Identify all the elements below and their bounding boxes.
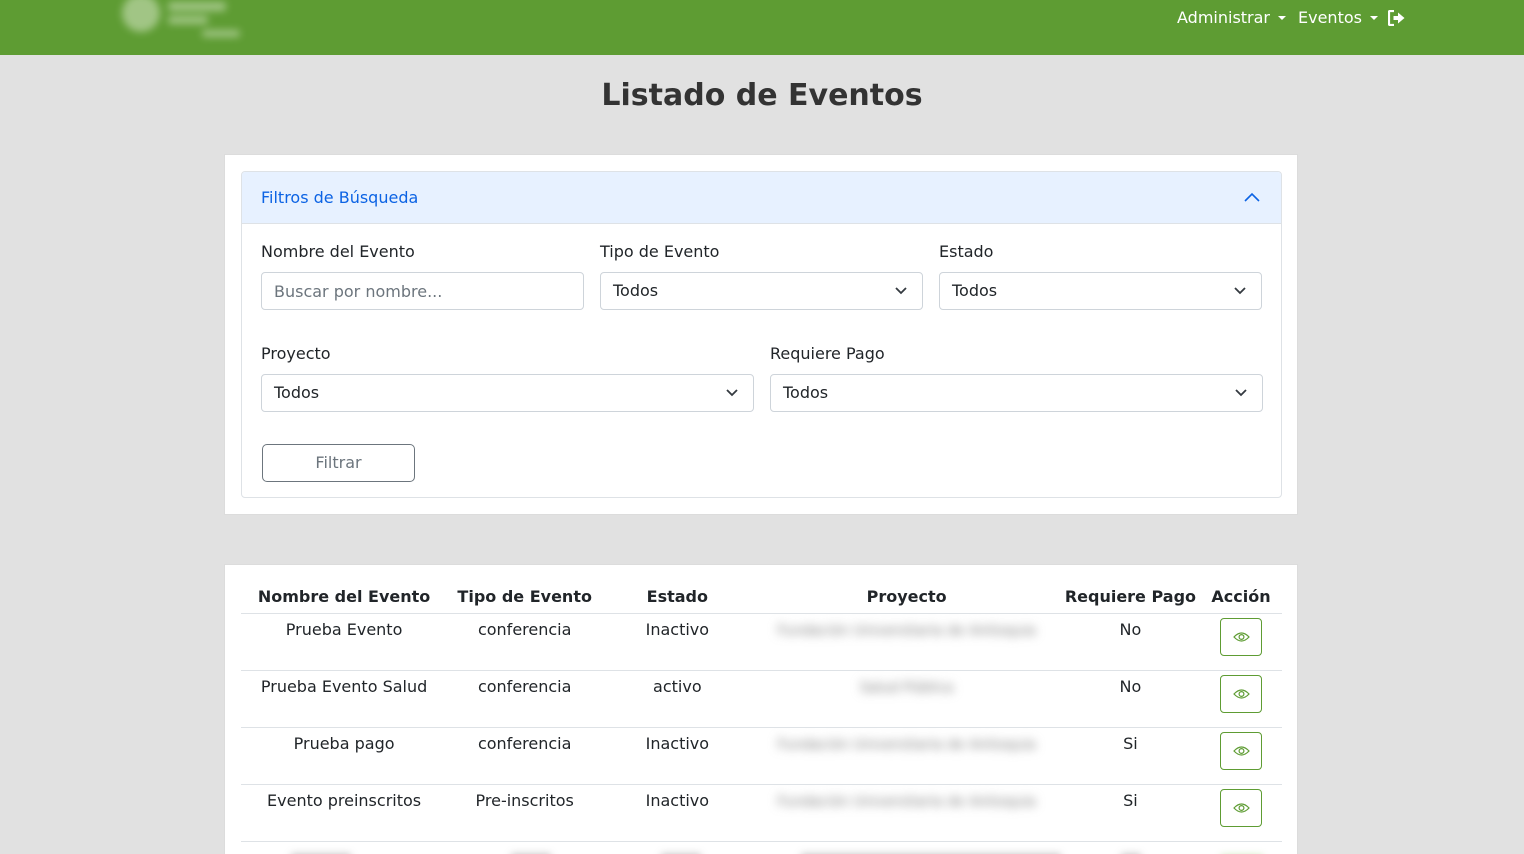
view-event-button[interactable] — [1220, 731, 1262, 770]
pago-label: Requiere Pago — [770, 344, 885, 363]
nav-administrar-label: Administrar — [1177, 8, 1271, 27]
eye-icon — [1233, 688, 1250, 699]
view-event-button[interactable] — [1220, 674, 1262, 713]
cell-nombre: Prueba Evento — [241, 613, 448, 671]
col-header-pago[interactable]: Requiere Pago — [1060, 581, 1201, 614]
cell-accion — [1200, 670, 1282, 728]
col-header-tipo[interactable]: Tipo de Evento — [447, 581, 603, 614]
col-header-proyecto[interactable]: Proyecto — [752, 581, 1061, 614]
nombre-search-input[interactable] — [261, 272, 584, 310]
cell-estado: Inactivo — [602, 727, 753, 785]
cell-proyecto: Salud Pública — [859, 679, 954, 696]
filters-header-title: Filtros de Búsqueda — [261, 188, 419, 207]
proyecto-label: Proyecto — [261, 344, 331, 363]
cell-nombre: Evento preinscritos — [241, 784, 448, 842]
cell-tipo: Pre-inscritos — [447, 784, 603, 842]
events-table-card: Nombre del Evento Tipo de Evento Estado … — [224, 564, 1298, 854]
cell-pago: Si — [1060, 784, 1201, 842]
proyecto-select-value: Todos — [274, 383, 320, 402]
cell-estado: Inactivo — [602, 784, 753, 842]
cell-tipo: conferencia — [447, 613, 603, 671]
cell-nombre: Prueba pago — [241, 727, 448, 785]
cell-pago: Si — [1060, 727, 1201, 785]
events-table: Nombre del Evento Tipo de Evento Estado … — [241, 581, 1282, 842]
institution-logo[interactable] — [118, 0, 244, 44]
eye-icon — [1233, 631, 1250, 642]
cell-tipo: conferencia — [447, 670, 603, 728]
proyecto-select[interactable]: Todos — [261, 374, 754, 412]
cell-tipo: conferencia — [447, 727, 603, 785]
cell-accion — [1200, 613, 1282, 671]
estado-label: Estado — [939, 242, 994, 261]
cell-proyecto: Fundación Universitaria de Antioquia — [777, 622, 1036, 639]
pago-select-value: Todos — [783, 383, 829, 402]
cell-proyecto-wrapper: Fundación Universitaria de Antioquia — [752, 727, 1061, 785]
cell-estado: Inactivo — [602, 613, 753, 671]
cell-proyecto: Fundación Universitaria de Antioquia — [777, 793, 1036, 810]
cell-nombre: Prueba Evento Salud — [241, 670, 448, 728]
chevron-down-icon — [895, 287, 907, 295]
estado-select-value: Todos — [952, 281, 998, 300]
cell-pago: No — [1060, 613, 1201, 671]
estado-select[interactable]: Todos — [939, 272, 1262, 310]
table-row: Prueba pago conferencia Inactivo Fundaci… — [241, 727, 1282, 785]
nav-eventos-dropdown[interactable]: Eventos — [1298, 7, 1378, 29]
cell-accion — [1200, 727, 1282, 785]
tipo-select-value: Todos — [613, 281, 659, 300]
chevron-down-icon — [1234, 287, 1246, 295]
chevron-down-icon — [1235, 389, 1247, 397]
filtrar-button[interactable]: Filtrar — [262, 444, 415, 482]
filters-accordion-header[interactable]: Filtros de Búsqueda — [242, 172, 1281, 224]
eye-icon — [1233, 802, 1250, 813]
tipo-select[interactable]: Todos — [600, 272, 923, 310]
pago-select[interactable]: Todos — [770, 374, 1263, 412]
cell-proyecto: Fundación Universitaria de Antioquia — [777, 736, 1036, 753]
filters-card: Filtros de Búsqueda Nombre del Evento Ti… — [224, 154, 1298, 515]
top-navbar: Administrar Eventos — [0, 0, 1524, 55]
chevron-down-icon — [726, 389, 738, 397]
col-header-nombre[interactable]: Nombre del Evento — [241, 581, 448, 614]
table-row: Evento preinscritos Pre-inscritos Inacti… — [241, 784, 1282, 842]
table-row: Prueba Evento Salud conferencia activo S… — [241, 670, 1282, 728]
nav-eventos-label: Eventos — [1298, 8, 1362, 27]
caret-down-icon — [1278, 16, 1287, 20]
eye-icon — [1233, 745, 1250, 756]
cell-proyecto-wrapper: Fundación Universitaria de Antioquia — [752, 784, 1061, 842]
filters-accordion: Filtros de Búsqueda Nombre del Evento Ti… — [241, 171, 1282, 498]
page-title: Listado de Eventos — [601, 78, 923, 113]
sign-out-icon[interactable] — [1388, 10, 1406, 26]
tipo-label: Tipo de Evento — [600, 242, 720, 261]
nav-administrar-dropdown[interactable]: Administrar — [1177, 7, 1287, 29]
chevron-up-icon — [1244, 192, 1260, 202]
view-event-button[interactable] — [1220, 788, 1262, 827]
nombre-label: Nombre del Evento — [261, 242, 415, 261]
cell-estado: activo — [602, 670, 753, 728]
caret-down-icon — [1369, 16, 1378, 20]
col-header-accion: Acción — [1200, 581, 1282, 614]
cell-accion — [1200, 784, 1282, 842]
table-header-row: Nombre del Evento Tipo de Evento Estado … — [241, 581, 1282, 614]
partial-row-shapes — [241, 850, 1282, 854]
cell-proyecto-wrapper: Fundación Universitaria de Antioquia — [752, 613, 1061, 671]
col-header-estado[interactable]: Estado — [602, 581, 753, 614]
cell-pago: No — [1060, 670, 1201, 728]
view-event-button[interactable] — [1220, 617, 1262, 656]
table-row: Prueba Evento conferencia Inactivo Funda… — [241, 613, 1282, 671]
cell-proyecto-wrapper: Salud Pública — [752, 670, 1061, 728]
table-row-partial — [241, 847, 1282, 854]
